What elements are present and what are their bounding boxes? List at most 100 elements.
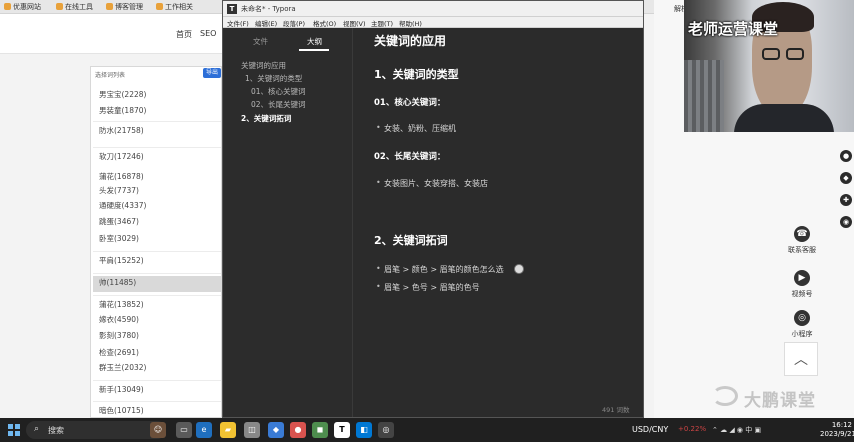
keyword-list-title: 选择词列表 xyxy=(95,72,126,79)
customer-service-button[interactable]: ☎ 联系客服 xyxy=(782,226,822,255)
app-icon[interactable]: ◼ xyxy=(312,422,328,438)
sidebar-footer: ‹ ‹/› xyxy=(223,400,384,416)
doc-heading-1[interactable]: 关键词的应用 xyxy=(374,32,446,49)
editor-pane[interactable]: 关键词的应用 1、关键词的类型 01、核心关键词： 女装、奶粉、压缩机 02、长… xyxy=(354,28,643,417)
menu-paragraph[interactable]: 段落(P) xyxy=(283,18,305,28)
doc-heading-2[interactable]: 1、关键词的类型 xyxy=(374,66,459,82)
keyword-list-item[interactable]: 防水(21758) xyxy=(99,125,144,136)
keyword-list-item[interactable]: 软刀(17246) xyxy=(99,151,144,162)
outline-item[interactable]: 01、核心关键词 xyxy=(251,86,306,97)
outline-item-active[interactable]: 2、关键词拓词 xyxy=(241,113,291,124)
edge-sidebar: ● ◆ ✚ ◉ xyxy=(840,150,854,238)
menu-theme[interactable]: 主题(T) xyxy=(371,18,393,28)
watermark-logo-icon xyxy=(712,386,738,406)
list-item[interactable]: 女装、奶粉、压缩机 xyxy=(376,123,456,134)
bookshelf xyxy=(684,60,724,132)
doc-heading-3[interactable]: 02、长尾关键词： xyxy=(374,150,445,162)
word-count[interactable]: 491 词数 xyxy=(602,404,629,414)
taskbar-search-box[interactable]: ⌕ 搜索 xyxy=(26,421,166,439)
miniprogram-icon: ◎ xyxy=(794,310,810,326)
watermark-text: 大鹏课堂 xyxy=(744,391,816,411)
file-explorer-icon[interactable]: ▰ xyxy=(220,422,236,438)
export-button[interactable]: 导出 xyxy=(203,68,221,78)
currency-ticker[interactable]: USD/CNY xyxy=(632,425,668,434)
shopping-icon[interactable]: ◆ xyxy=(840,172,852,184)
keyword-list-item[interactable]: 暗色(10715) xyxy=(99,405,144,416)
bookmark-item[interactable]: 在线工具 xyxy=(56,2,93,12)
app-icon[interactable]: ◧ xyxy=(356,422,372,438)
webcam-caption: 老师运营课堂 xyxy=(688,20,779,38)
keyword-list-item[interactable]: 跳蛋(3467) xyxy=(99,216,139,227)
app-icon[interactable]: ◫ xyxy=(244,422,260,438)
tools-icon[interactable]: ✚ xyxy=(840,194,852,206)
mouse-cursor-highlight xyxy=(514,264,524,274)
keyword-list-item[interactable]: 嫁衣(4590) xyxy=(99,314,139,325)
video-channel-button[interactable]: ▶ 视频号 xyxy=(782,270,822,299)
bookmark-label: 优惠网站 xyxy=(13,3,41,11)
typora-taskbar-icon[interactable]: T xyxy=(334,422,350,438)
keyword-list-item[interactable]: 群玉兰(2032) xyxy=(99,362,146,373)
menu-file[interactable]: 文件(F) xyxy=(227,18,249,28)
menu-view[interactable]: 视图(V) xyxy=(343,18,366,28)
keyword-list-item[interactable]: 蒲花(13852) xyxy=(99,299,144,310)
tab-outline[interactable]: 大纲 xyxy=(307,36,322,47)
tab-files[interactable]: 文件 xyxy=(253,36,268,47)
outline-sidebar: 文件 大纲 关键词的应用 1、关键词的类型 01、核心关键词 02、长尾关键词 … xyxy=(223,28,384,417)
user-avatar-app-icon[interactable]: ☺ xyxy=(150,422,166,438)
keyword-list-item[interactable]: 平肩(15252) xyxy=(99,255,144,266)
row-divider xyxy=(93,295,221,296)
outline-item[interactable]: 02、长尾关键词 xyxy=(251,99,306,110)
keyword-list-item[interactable]: 卧室(3029) xyxy=(99,233,139,244)
outline-item[interactable]: 1、关键词的类型 xyxy=(245,73,302,84)
edge-browser-icon[interactable]: e xyxy=(196,422,212,438)
keyword-list-item[interactable]: 影刻(3780) xyxy=(99,330,139,341)
bookmark-item[interactable]: 工作相关 xyxy=(156,2,193,12)
list-item[interactable]: 眉笔 > 颜色 > 眉笔的颜色怎么选 xyxy=(376,264,504,275)
keyword-list-item[interactable]: 检查(2691) xyxy=(99,347,139,358)
keyword-list-item[interactable]: 男宝宝(2228) xyxy=(99,89,146,100)
app-icon[interactable]: ◎ xyxy=(378,422,394,438)
nav-seo-link[interactable]: SEO xyxy=(200,29,216,38)
outline-item[interactable]: 关键词的应用 xyxy=(241,60,286,71)
list-item[interactable]: 眉笔 > 色号 > 眉笔的色号 xyxy=(376,282,480,293)
app-icon[interactable]: ● xyxy=(290,422,306,438)
title-bar[interactable]: T 未命名* - Typora xyxy=(223,1,643,17)
keyword-list-item[interactable]: 新手(13049) xyxy=(99,384,144,395)
windows-taskbar: ⌕ 搜索 ☺ ▭ e ▰ ◫ ◆ ● ◼ T ◧ ◎ USD/CNY +0.22… xyxy=(0,418,854,442)
presenter-shirt xyxy=(734,104,834,132)
row-divider xyxy=(93,121,221,122)
system-tray-icons[interactable]: ⌃ ☁ ◢ ◉ 中 ▣ xyxy=(712,425,761,435)
menu-edit[interactable]: 编辑(E) xyxy=(255,18,277,28)
task-view-icon[interactable]: ▭ xyxy=(176,422,192,438)
nav-home-link[interactable]: 首页 xyxy=(176,29,192,40)
doc-heading-3[interactable]: 01、核心关键词： xyxy=(374,96,445,108)
bookmark-item[interactable]: 优惠网站 xyxy=(4,2,41,12)
menu-help[interactable]: 帮助(H) xyxy=(399,18,422,28)
menu-bar: 文件(F) 编辑(E) 段落(P) 格式(O) 视图(V) 主题(T) 帮助(H… xyxy=(223,17,643,28)
keyword-list-item[interactable]: 头发(7737) xyxy=(99,185,139,196)
bookmark-label: 博客管理 xyxy=(115,3,143,11)
keyword-list-item[interactable]: 男装童(1870) xyxy=(99,105,146,116)
games-icon[interactable]: ◉ xyxy=(840,216,852,228)
keyword-list-item[interactable]: 帅(11485) xyxy=(99,277,136,288)
mini-program-button[interactable]: ◎ 小程序 xyxy=(782,310,822,339)
menu-format[interactable]: 格式(O) xyxy=(313,18,336,28)
copilot-icon[interactable]: ● xyxy=(840,150,852,162)
row-divider xyxy=(93,251,221,252)
row-divider xyxy=(93,401,221,402)
currency-change: +0.22% xyxy=(678,425,707,433)
list-item[interactable]: 女装图片、女装穿搭、女装店 xyxy=(376,178,488,189)
keyword-list-item[interactable]: 通硬度(4337) xyxy=(99,200,146,211)
keyword-list-card: 选择词列表 导出 男宝宝(2228) 男装童(1870) 防水(21758) 软刀(1… xyxy=(90,66,222,418)
windows-start-icon[interactable] xyxy=(8,424,20,436)
bookmark-item[interactable]: 博客管理 xyxy=(106,2,143,12)
window-title: 未命名* - Typora xyxy=(241,5,296,13)
app-icon[interactable]: ◆ xyxy=(268,422,284,438)
chevron-up-icon: ︿ xyxy=(794,352,808,368)
doc-heading-2[interactable]: 2、关键词拓词 xyxy=(374,232,448,248)
search-icon: ⌕ xyxy=(34,424,40,434)
keyword-list-item[interactable]: 蒲花(16878) xyxy=(99,171,144,182)
back-to-top-button[interactable]: ︿ xyxy=(784,342,818,376)
clock[interactable]: 16:12 2023/9/21 xyxy=(820,421,854,439)
folder-icon xyxy=(56,3,63,10)
